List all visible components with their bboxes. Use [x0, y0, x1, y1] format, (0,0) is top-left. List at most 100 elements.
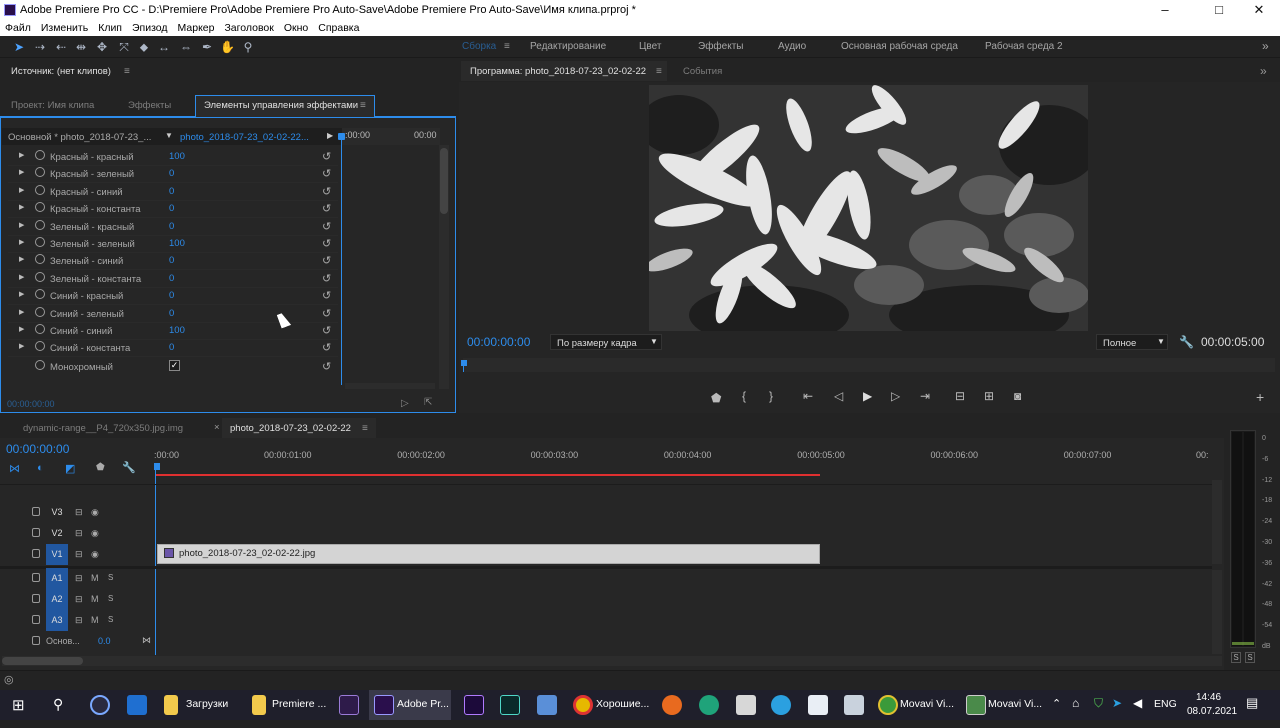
taskbar-item-movavi-2[interactable]: Movavi Vi... — [988, 698, 1042, 728]
stopwatch-icon[interactable] — [35, 167, 45, 178]
reset-icon[interactable]: ↺ — [322, 220, 331, 233]
pen-icon[interactable]: ✒ — [200, 40, 214, 54]
mark-in-icon[interactable]: { — [742, 389, 746, 403]
step-back-icon[interactable]: ◁ — [834, 389, 843, 403]
mute-button[interactable]: M — [91, 615, 99, 625]
effect-scrollbar-thumb[interactable] — [440, 148, 448, 214]
expand-triangle-icon[interactable]: ▶ — [19, 168, 24, 176]
workspace-assembly[interactable]: Сборка — [462, 41, 496, 52]
lock-icon[interactable] — [32, 528, 40, 537]
timeline-horizontal-scrollbar[interactable] — [2, 656, 1222, 666]
reset-icon[interactable]: ↺ — [322, 237, 331, 250]
tray-telegram-icon[interactable]: ➤ — [1112, 696, 1122, 710]
eye-icon[interactable]: ◉ — [91, 507, 99, 518]
razor-icon[interactable]: ⬥ — [137, 40, 151, 54]
program-mini-timeline[interactable] — [463, 358, 1275, 372]
taskbar-item-movavi-1[interactable]: Movavi Vi... — [900, 698, 954, 728]
add-marker-icon[interactable]: ⬟ — [711, 391, 721, 405]
folder-task-icon[interactable] — [252, 695, 266, 715]
eye-icon[interactable]: ◉ — [91, 549, 99, 560]
workspace-audio[interactable]: Аудио — [778, 41, 806, 52]
extract-icon[interactable]: ⊞ — [984, 389, 994, 403]
expand-triangle-icon[interactable]: ▶ — [19, 255, 24, 263]
source-panel-title[interactable]: Источник: (нет клипов) — [11, 66, 111, 86]
solo-button[interactable]: S — [108, 615, 113, 624]
expand-triangle-icon[interactable]: ▶ — [19, 238, 24, 246]
lock-icon[interactable] — [32, 549, 40, 558]
workspace-effects[interactable]: Эффекты — [698, 41, 743, 52]
rolling-edit-icon[interactable]: ✥ — [95, 40, 109, 54]
menu-clip[interactable]: Клип — [93, 20, 127, 34]
tray-language[interactable]: ENG — [1154, 698, 1177, 710]
eye-icon[interactable]: ◉ — [91, 528, 99, 539]
windows-start-icon[interactable]: ⊞ — [12, 696, 25, 714]
workspace-editing[interactable]: Редактирование — [530, 41, 606, 52]
file-task-icon[interactable] — [808, 695, 828, 715]
export-frame-camera-icon[interactable]: ◙ — [1014, 389, 1021, 403]
stopwatch-icon[interactable] — [35, 237, 45, 247]
linked-selection-icon[interactable]: ◐ — [37, 462, 44, 474]
tray-chevron-up-icon[interactable]: ⌃ — [1052, 697, 1061, 710]
program-playhead-handle[interactable] — [461, 360, 467, 366]
button-editor-plus-icon[interactable]: + — [1256, 389, 1264, 405]
parameter-value[interactable]: 0 — [169, 203, 174, 214]
parameter-value[interactable]: 100 — [169, 238, 185, 249]
timeline-playhead[interactable] — [155, 463, 156, 655]
reset-icon[interactable]: ↺ — [322, 272, 331, 285]
video-tracks-scrollbar[interactable] — [1212, 480, 1222, 564]
stopwatch-icon[interactable] — [35, 324, 45, 334]
track-select-backward-icon[interactable]: ⇠ — [54, 40, 68, 54]
tray-network-icon[interactable]: ⌂ — [1072, 696, 1079, 710]
menu-title[interactable]: Заголовок — [219, 20, 278, 34]
app2-task-icon[interactable] — [844, 695, 864, 715]
parameter-value[interactable]: 0 — [169, 221, 174, 232]
parameter-value[interactable]: 0 — [169, 186, 174, 197]
tray-time[interactable]: 14:46 — [1196, 692, 1221, 703]
reset-icon[interactable]: ↺ — [322, 185, 331, 198]
monochrome-stopwatch-icon[interactable] — [35, 360, 45, 370]
notepad-task-icon[interactable] — [537, 695, 557, 715]
reset-icon[interactable]: ↺ — [322, 167, 331, 180]
reset-icon[interactable]: ↺ — [322, 324, 331, 337]
stopwatch-icon[interactable] — [35, 202, 45, 213]
program-current-timecode[interactable]: 00:00:00:00 — [467, 335, 530, 349]
expand-triangle-icon[interactable]: ▶ — [19, 290, 24, 298]
sync-lock-icon[interactable]: ⊟ — [75, 549, 83, 560]
audio-tracks-scrollbar[interactable] — [1212, 570, 1222, 654]
menu-sequence[interactable]: Эпизод — [127, 20, 173, 34]
reset-icon[interactable]: ↺ — [322, 150, 331, 163]
monochrome-checkbox[interactable]: ✓ — [169, 360, 180, 371]
expand-triangle-icon[interactable]: ▶ — [19, 308, 24, 316]
fit-dropdown[interactable]: По размеру кадра ▼ — [550, 334, 662, 350]
notifications-icon[interactable]: ▤ — [1246, 695, 1258, 711]
expand-triangle-icon[interactable]: ▶ — [19, 221, 24, 229]
slide-icon[interactable]: ⇔ — [179, 40, 193, 54]
app-task-icon[interactable] — [736, 695, 756, 715]
parameter-value[interactable]: 0 — [169, 168, 174, 179]
timeline-timecode[interactable]: 00:00:00:00 — [6, 442, 69, 456]
expand-triangle-icon[interactable]: ▶ — [19, 325, 24, 333]
play-clip-icon[interactable]: ▶ — [327, 131, 333, 140]
track-name-v2[interactable]: V2 — [46, 523, 68, 544]
timeline-settings-wrench-icon[interactable]: 🔧 — [122, 461, 136, 474]
chrome-task-icon[interactable] — [573, 695, 593, 715]
lock-icon[interactable] — [32, 615, 40, 624]
track-name-a1[interactable]: A1 — [46, 568, 68, 589]
workspace-color[interactable]: Цвет — [639, 41, 661, 52]
search-icon[interactable]: ⚲ — [53, 696, 63, 713]
stopwatch-icon[interactable] — [35, 271, 45, 282]
reset-icon[interactable]: ↺ — [322, 341, 331, 354]
parameter-value[interactable]: 0 — [169, 273, 174, 284]
snap-icon[interactable]: ⋈ — [9, 462, 20, 475]
zoom-icon[interactable]: ⚲ — [241, 40, 255, 54]
menu-edit[interactable]: Изменить — [36, 20, 93, 34]
reset-icon[interactable]: ↺ — [322, 202, 331, 215]
effect-timecode[interactable]: 00:00:00:00 — [7, 399, 55, 409]
stopwatch-icon[interactable] — [35, 254, 45, 265]
sync-lock-icon[interactable]: ⊟ — [75, 507, 83, 518]
stopwatch-icon[interactable] — [35, 184, 45, 195]
expand-triangle-icon[interactable]: ▶ — [19, 273, 24, 281]
sync-lock-icon[interactable]: ⊟ — [75, 528, 83, 539]
taskbar-item-premiere-folder[interactable]: Premiere ... — [272, 698, 326, 728]
workspace-custom-2[interactable]: Рабочая среда 2 — [985, 41, 1063, 52]
